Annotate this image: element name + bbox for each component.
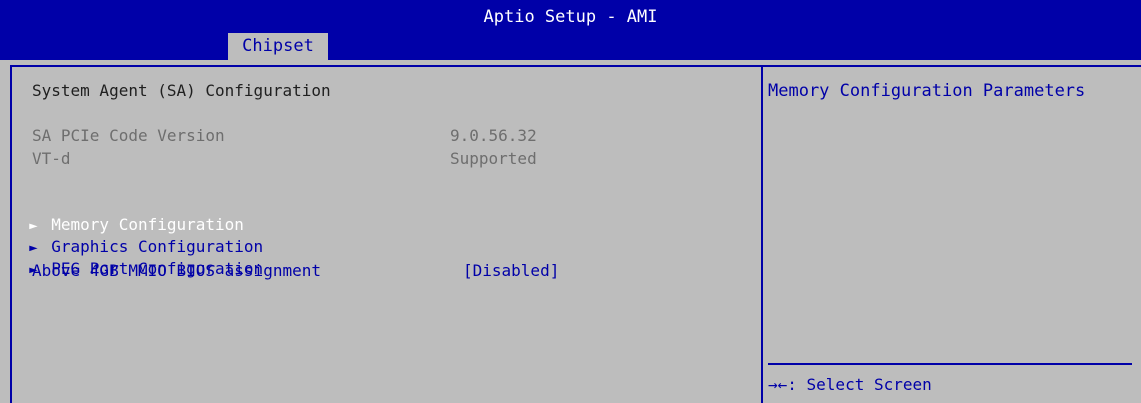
help-description: Memory Configuration Parameters xyxy=(768,81,1086,101)
info-label-pcie-version: SA PCIe Code Version xyxy=(32,126,225,145)
key-hint-select-screen: →←: Select Screen xyxy=(768,375,932,394)
section-title: System Agent (SA) Configuration xyxy=(32,81,331,100)
app-title: Aptio Setup - AMI xyxy=(483,7,658,27)
tab-chipset[interactable]: Chipset xyxy=(228,33,328,60)
info-value-pcie-version: 9.0.56.32 xyxy=(450,126,537,145)
help-divider xyxy=(768,363,1132,365)
info-label-vtd: VT-d xyxy=(32,149,71,168)
title-bar: Aptio Setup - AMI Chipset xyxy=(0,0,1141,60)
panel-divider xyxy=(761,67,763,403)
option-above-4gb-mmio[interactable]: Above 4GB MMIO BIOS assignment xyxy=(32,261,321,281)
option-value-above-4gb-mmio[interactable]: [Disabled] xyxy=(463,261,559,281)
info-value-vtd: Supported xyxy=(450,149,537,168)
